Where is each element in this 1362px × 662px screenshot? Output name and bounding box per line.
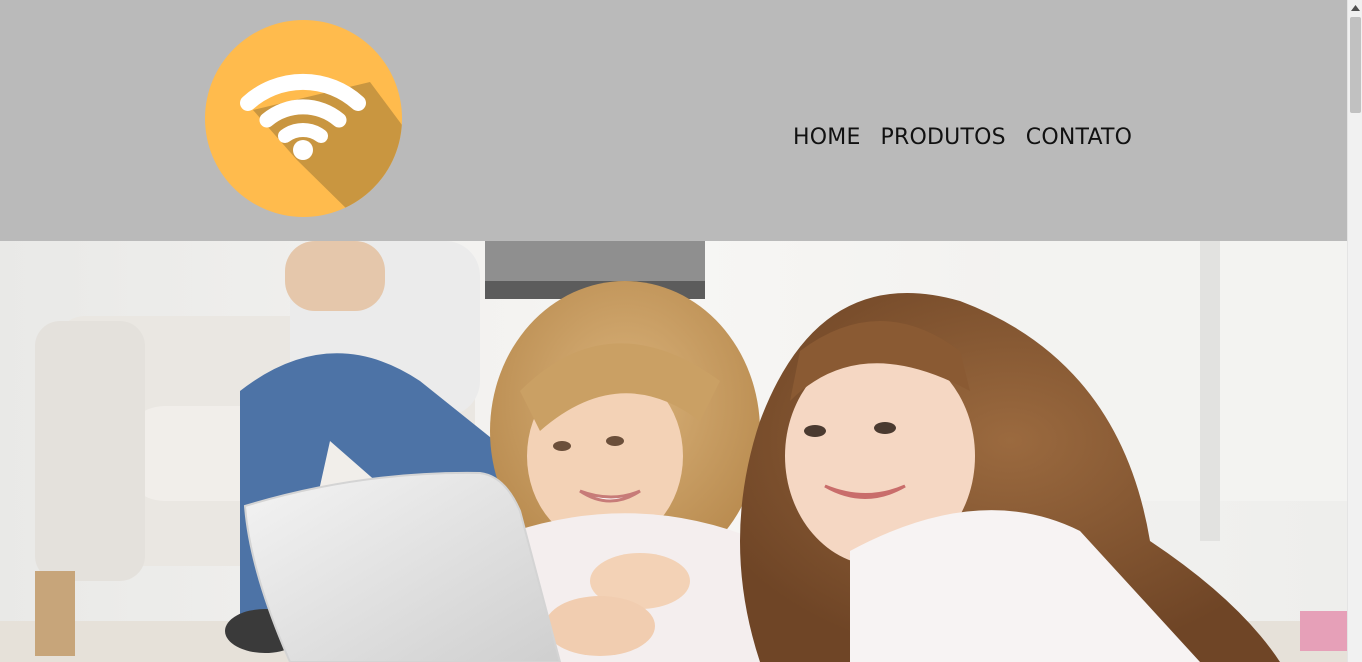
- wifi-icon: [205, 20, 402, 217]
- nav-produtos-link[interactable]: PRODUTOS: [881, 124, 1006, 152]
- nav-home-link[interactable]: HOME: [793, 124, 861, 152]
- scrollbar-thumb[interactable]: [1350, 17, 1361, 113]
- nav-contato-link[interactable]: CONTATO: [1026, 124, 1132, 152]
- main-nav: HOME PRODUTOS CONTATO: [793, 124, 1132, 152]
- hero-image: [0, 241, 1347, 662]
- scroll-up-arrow-icon[interactable]: [1348, 0, 1362, 15]
- wifi-logo[interactable]: [205, 20, 402, 217]
- vertical-scrollbar[interactable]: [1347, 0, 1362, 662]
- site-header: HOME PRODUTOS CONTATO: [0, 0, 1347, 241]
